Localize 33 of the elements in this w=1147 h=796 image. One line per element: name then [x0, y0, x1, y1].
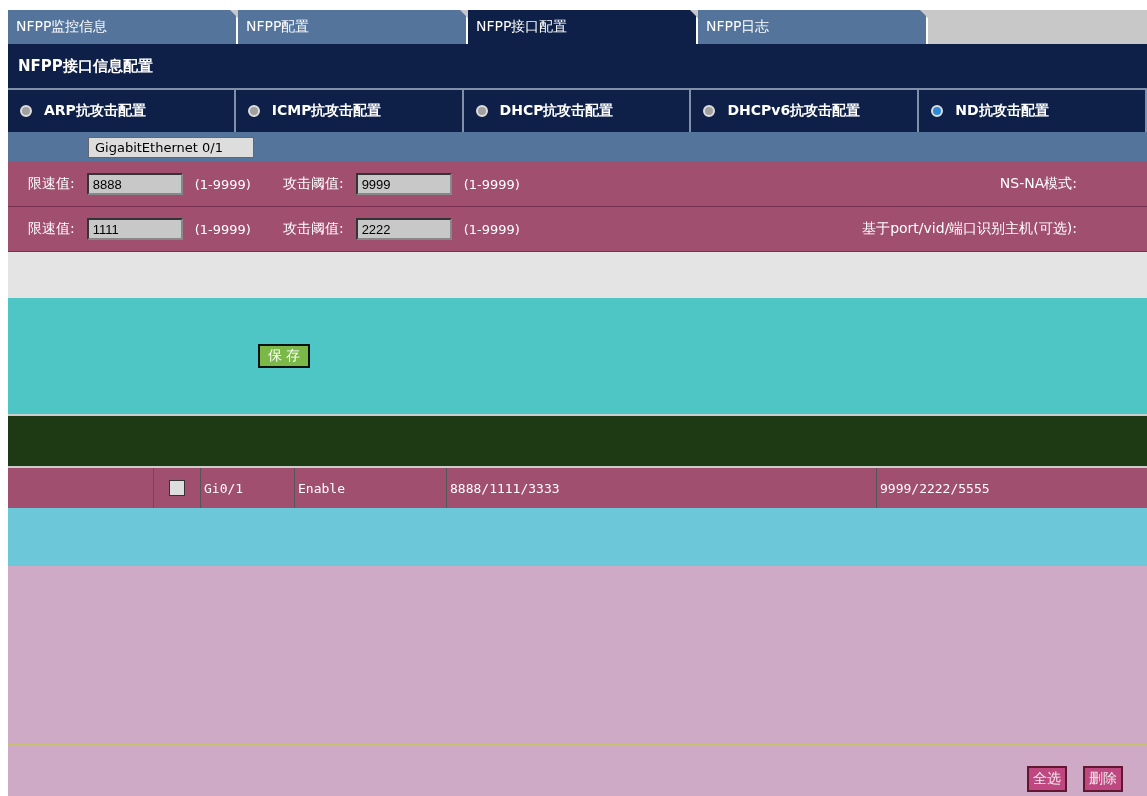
port-select[interactable]: GigabitEthernet 0/1 [88, 136, 254, 158]
tab[interactable]: NFPP接口配置 [468, 10, 698, 44]
tab[interactable]: NFPP监控信息 [8, 10, 238, 44]
radio-label: ARP抗攻击配置 [44, 102, 146, 120]
radio-label: DHCPv6抗攻击配置 [727, 102, 861, 120]
field-label: 攻击阈值: [282, 220, 344, 238]
rate-field[interactable]: 1111 [86, 218, 183, 240]
threshold-field[interactable]: 2222 [355, 218, 452, 240]
field-label: 基于port/vid/端口识别主机(可选): [862, 220, 1077, 238]
delete-button[interactable]: 删除 [1083, 766, 1123, 792]
field-label: 攻击阈值: [282, 175, 344, 193]
tab[interactable]: NFPP配置 [238, 10, 468, 44]
radio-button[interactable] [703, 105, 716, 117]
select-all-button[interactable]: 全选 [1027, 766, 1067, 792]
range-hint: (1-9999) [463, 176, 520, 192]
panel-title: NFPP接口信息配置 [8, 44, 1147, 88]
range-hint: (1-9999) [463, 221, 520, 237]
radio-button[interactable] [475, 105, 488, 117]
field-label: 限速值: [28, 220, 75, 238]
radio-label: ND抗攻击配置 [955, 102, 1049, 120]
row-checkbox[interactable] [169, 480, 185, 496]
field-label: 限速值: [28, 175, 75, 193]
rate-field[interactable]: 8888 [86, 173, 183, 195]
range-hint: (1-9999) [194, 176, 251, 192]
radio-label: ICMP抗攻击配置 [271, 102, 382, 120]
radio-button[interactable] [247, 105, 260, 117]
threshold-field[interactable]: 9999 [355, 173, 452, 195]
field-label: NS-NA模式: [999, 175, 1077, 193]
range-hint: (1-9999) [194, 221, 251, 237]
radio-label: DHCP抗攻击配置 [499, 102, 614, 120]
radio-button[interactable] [931, 105, 944, 117]
radio-button[interactable] [20, 105, 32, 117]
tab[interactable]: NFPP日志 [698, 10, 928, 44]
